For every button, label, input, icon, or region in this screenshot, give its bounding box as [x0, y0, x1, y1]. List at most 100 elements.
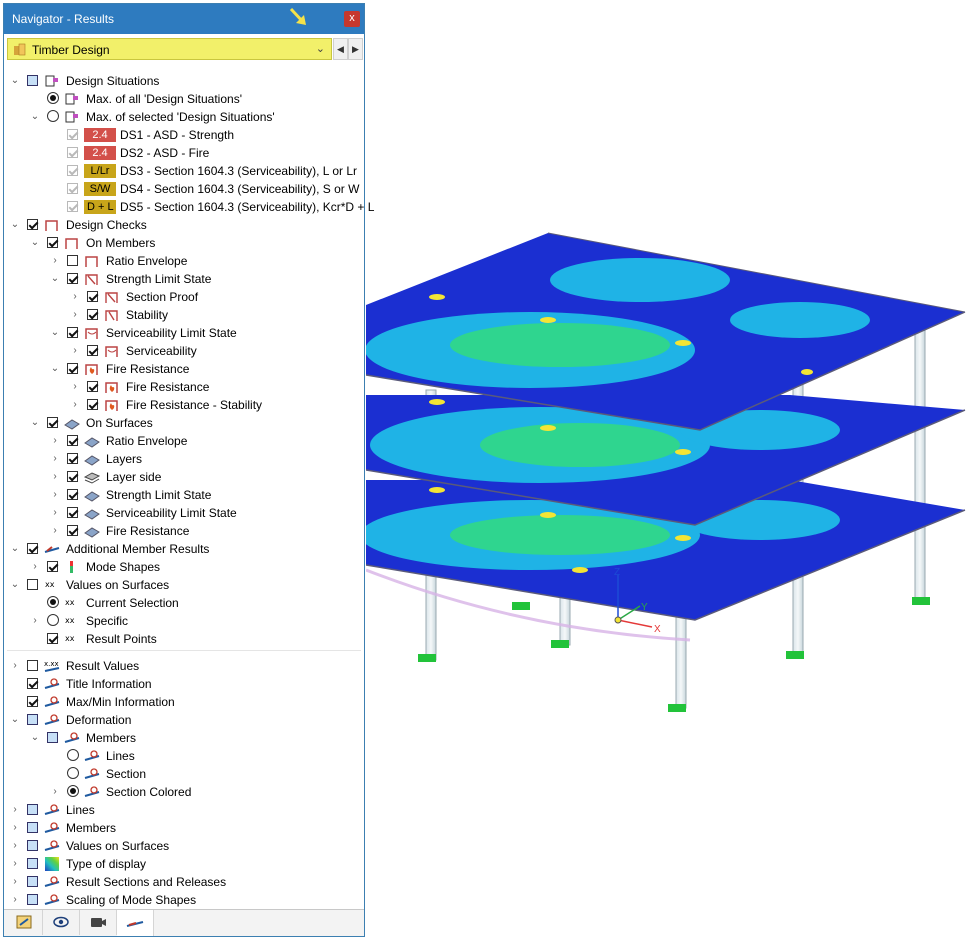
tree-item-maxmin-information[interactable]: Max/Min Information [4, 693, 359, 711]
chevron-right-icon[interactable]: › [30, 615, 40, 627]
chevron-down-icon[interactable]: ⌄ [10, 543, 20, 555]
chevron-down-icon[interactable]: ⌄ [10, 714, 20, 726]
tree-item-current-selection[interactable]: xx Current Selection [4, 594, 359, 612]
tree-item-layers[interactable]: › Layers [4, 450, 359, 468]
tree-item-member-serviceability[interactable]: ⌄ Serviceability Limit State [4, 324, 359, 342]
tree-item-type-of-display[interactable]: › Type of display [4, 855, 359, 873]
chevron-right-icon[interactable]: › [50, 525, 60, 537]
checkbox[interactable] [67, 147, 78, 158]
checkbox[interactable] [27, 894, 38, 905]
checkbox[interactable] [47, 237, 58, 248]
tree-item-additional-member-results[interactable]: ⌄ Additional Member Results [4, 540, 359, 558]
tree-item-on-members[interactable]: ⌄ On Members [4, 234, 359, 252]
chevron-down-icon[interactable]: ⌄ [30, 732, 40, 744]
chevron-down-icon[interactable]: ⌄ [10, 219, 20, 231]
tree-item-mode-shapes[interactable]: › Mode Shapes [4, 558, 359, 576]
checkbox[interactable] [47, 417, 58, 428]
tree-item-on-surfaces[interactable]: ⌄ On Surfaces [4, 414, 359, 432]
chevron-right-icon[interactable]: › [50, 786, 60, 798]
checkbox[interactable] [47, 633, 58, 644]
chevron-right-icon[interactable]: › [10, 894, 20, 906]
tree-item-layer-side[interactable]: › Layer side [4, 468, 359, 486]
model-3d-view[interactable]: Z X Y [366, 0, 970, 941]
radio-button[interactable] [47, 110, 59, 122]
radio-button[interactable] [47, 596, 59, 608]
tree-item-result-values[interactable]: › x.xx Result Values [4, 657, 359, 675]
chevron-right-icon[interactable]: › [30, 561, 40, 573]
chevron-down-icon[interactable]: ⌄ [50, 363, 60, 375]
tree-item-ds1[interactable]: 2.4 DS1 - ASD - Strength [4, 126, 359, 144]
checkbox[interactable] [27, 579, 38, 590]
checkbox[interactable] [67, 453, 78, 464]
chevron-right-icon[interactable]: › [50, 507, 60, 519]
checkbox[interactable] [27, 678, 38, 689]
radio-button[interactable] [67, 767, 79, 779]
checkbox[interactable] [27, 219, 38, 230]
checkbox[interactable] [87, 399, 98, 410]
checkbox[interactable] [27, 696, 38, 707]
tree-item-deformation-section[interactable]: Section [4, 765, 359, 783]
tree-item-max-all[interactable]: Max. of all 'Design Situations' [4, 90, 359, 108]
checkbox[interactable] [87, 381, 98, 392]
tree-item-member-fire[interactable]: ⌄ Fire Resistance [4, 360, 359, 378]
chevron-right-icon[interactable]: › [10, 876, 20, 888]
checkbox[interactable] [67, 525, 78, 536]
tab-views[interactable] [80, 910, 117, 935]
tree-item-ds4[interactable]: S/W DS4 - Section 1604.3 (Serviceability… [4, 180, 359, 198]
checkbox[interactable] [67, 273, 78, 284]
chevron-right-icon[interactable]: › [50, 489, 60, 501]
checkbox[interactable] [67, 363, 78, 374]
result-type-combo[interactable]: Timber Design ⌄ [7, 38, 332, 60]
checkbox[interactable] [27, 876, 38, 887]
chevron-right-icon[interactable]: › [50, 471, 60, 483]
checkbox[interactable] [67, 435, 78, 446]
checkbox[interactable] [27, 804, 38, 815]
tree-item-surface-serviceability[interactable]: › Serviceability Limit State [4, 504, 359, 522]
checkbox[interactable] [47, 732, 58, 743]
checkbox[interactable] [67, 165, 78, 176]
tree-item-deformation-lines[interactable]: Lines [4, 747, 359, 765]
checkbox[interactable] [27, 822, 38, 833]
tree-item-design-situations[interactable]: ⌄ Design Situations [4, 72, 359, 90]
checkbox[interactable] [67, 183, 78, 194]
chevron-down-icon[interactable]: ⌄ [30, 111, 40, 123]
tree-item-ds2[interactable]: 2.4 DS2 - ASD - Fire [4, 144, 359, 162]
chevron-right-icon[interactable]: › [10, 660, 20, 672]
checkbox[interactable] [27, 543, 38, 554]
tree-item-values-on-surfaces-display[interactable]: › Values on Surfaces [4, 837, 359, 855]
tree-item-members[interactable]: › Members [4, 819, 359, 837]
checkbox[interactable] [67, 471, 78, 482]
chevron-down-icon[interactable]: ⌄ [50, 273, 60, 285]
tree-item-deformation-members[interactable]: ⌄ Members [4, 729, 359, 747]
checkbox[interactable] [87, 309, 98, 320]
chevron-right-icon[interactable]: › [50, 255, 60, 267]
chevron-down-icon[interactable]: ⌄ [30, 417, 40, 429]
checkbox[interactable] [27, 840, 38, 851]
checkbox[interactable] [67, 489, 78, 500]
tree-item-member-strength[interactable]: ⌄ Strength Limit State [4, 270, 359, 288]
tree-item-section-colored[interactable]: › Section Colored [4, 783, 359, 801]
tree-item-surface-strength[interactable]: › Strength Limit State [4, 486, 359, 504]
chevron-right-icon[interactable]: › [10, 840, 20, 852]
tree-item-design-checks[interactable]: ⌄ Design Checks [4, 216, 359, 234]
checkbox[interactable] [67, 129, 78, 140]
chevron-right-icon[interactable]: › [70, 399, 80, 411]
tab-data[interactable] [6, 910, 43, 935]
tree-item-ds3[interactable]: L/Lr DS3 - Section 1604.3 (Serviceabilit… [4, 162, 359, 180]
checkbox[interactable] [67, 327, 78, 338]
radio-button[interactable] [67, 749, 79, 761]
checkbox[interactable] [67, 507, 78, 518]
checkbox[interactable] [87, 291, 98, 302]
chevron-down-icon[interactable]: ⌄ [50, 327, 60, 339]
tree-item-stability[interactable]: › Stability [4, 306, 359, 324]
checkbox[interactable] [87, 345, 98, 356]
radio-button[interactable] [47, 92, 59, 104]
chevron-right-icon[interactable]: › [10, 804, 20, 816]
checkbox[interactable] [27, 75, 38, 86]
tree-item-fire-resistance[interactable]: › Fire Resistance [4, 378, 359, 396]
tree-item-serviceability[interactable]: › Serviceability [4, 342, 359, 360]
chevron-right-icon[interactable]: › [50, 453, 60, 465]
close-button[interactable]: x [344, 11, 360, 27]
radio-button[interactable] [47, 614, 59, 626]
tab-results[interactable] [117, 910, 154, 936]
